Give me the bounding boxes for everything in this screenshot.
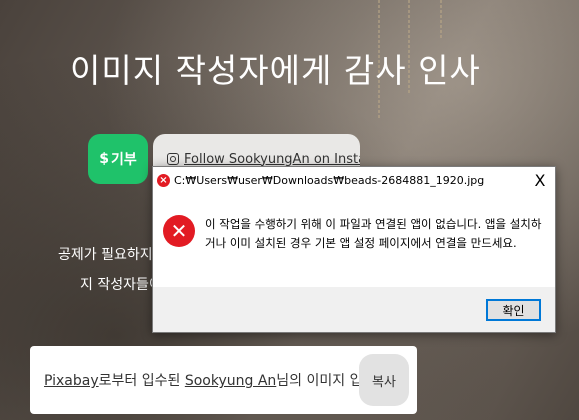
dialog-body: ✕ 이 작업을 수행하기 위해 이 파일과 연결된 앱이 없습니다. 앱을 설치… xyxy=(153,196,555,287)
dollar-icon: $ xyxy=(99,151,109,167)
partial-description: 공제가 필요하지 지 작성자들이 xyxy=(58,240,162,300)
partial-description-line: 지 작성자들이 xyxy=(80,277,162,293)
dialog-titlebar[interactable]: × C:₩Users₩user₩Downloads₩beads-2684881_… xyxy=(153,167,555,196)
dialog-title: C:₩Users₩user₩Downloads₩beads-2684881_19… xyxy=(174,174,485,187)
bead-strand-decoration xyxy=(440,0,442,40)
pixabay-link[interactable]: Pixabay xyxy=(44,373,99,389)
error-x-icon: ✕ xyxy=(163,215,195,247)
donate-button[interactable]: $ 기부 xyxy=(88,134,148,184)
error-dialog: × C:₩Users₩user₩Downloads₩beads-2684881_… xyxy=(152,166,556,333)
instagram-icon xyxy=(167,153,179,165)
author-link[interactable]: Sookyung An xyxy=(185,373,276,389)
close-icon[interactable]: X xyxy=(533,171,547,190)
attribution-mid: 로부터 입수된 xyxy=(98,373,185,389)
ok-button[interactable]: 확인 xyxy=(486,299,541,321)
attribution-bar: Pixabay로부터 입수된 Sookyung An님의 이미지 입니다. 복사 xyxy=(30,346,417,414)
dialog-footer: 확인 xyxy=(153,287,555,332)
error-title-icon: × xyxy=(157,174,170,187)
attribution-text: Pixabay로부터 입수된 Sookyung An님의 이미지 입니다. xyxy=(44,370,393,390)
page-title: 이미지 작성자에게 감사 인사 xyxy=(70,51,481,90)
copy-button[interactable]: 복사 xyxy=(359,354,409,406)
follow-label: Follow SookyungAn on Instagram xyxy=(184,151,360,167)
dialog-message: 이 작업을 수행하기 위해 이 파일과 연결된 앱이 없습니다. 앱을 설치하거… xyxy=(205,217,542,250)
partial-description-line: 공제가 필요하지 xyxy=(58,247,153,263)
donate-label: 기부 xyxy=(110,152,137,168)
